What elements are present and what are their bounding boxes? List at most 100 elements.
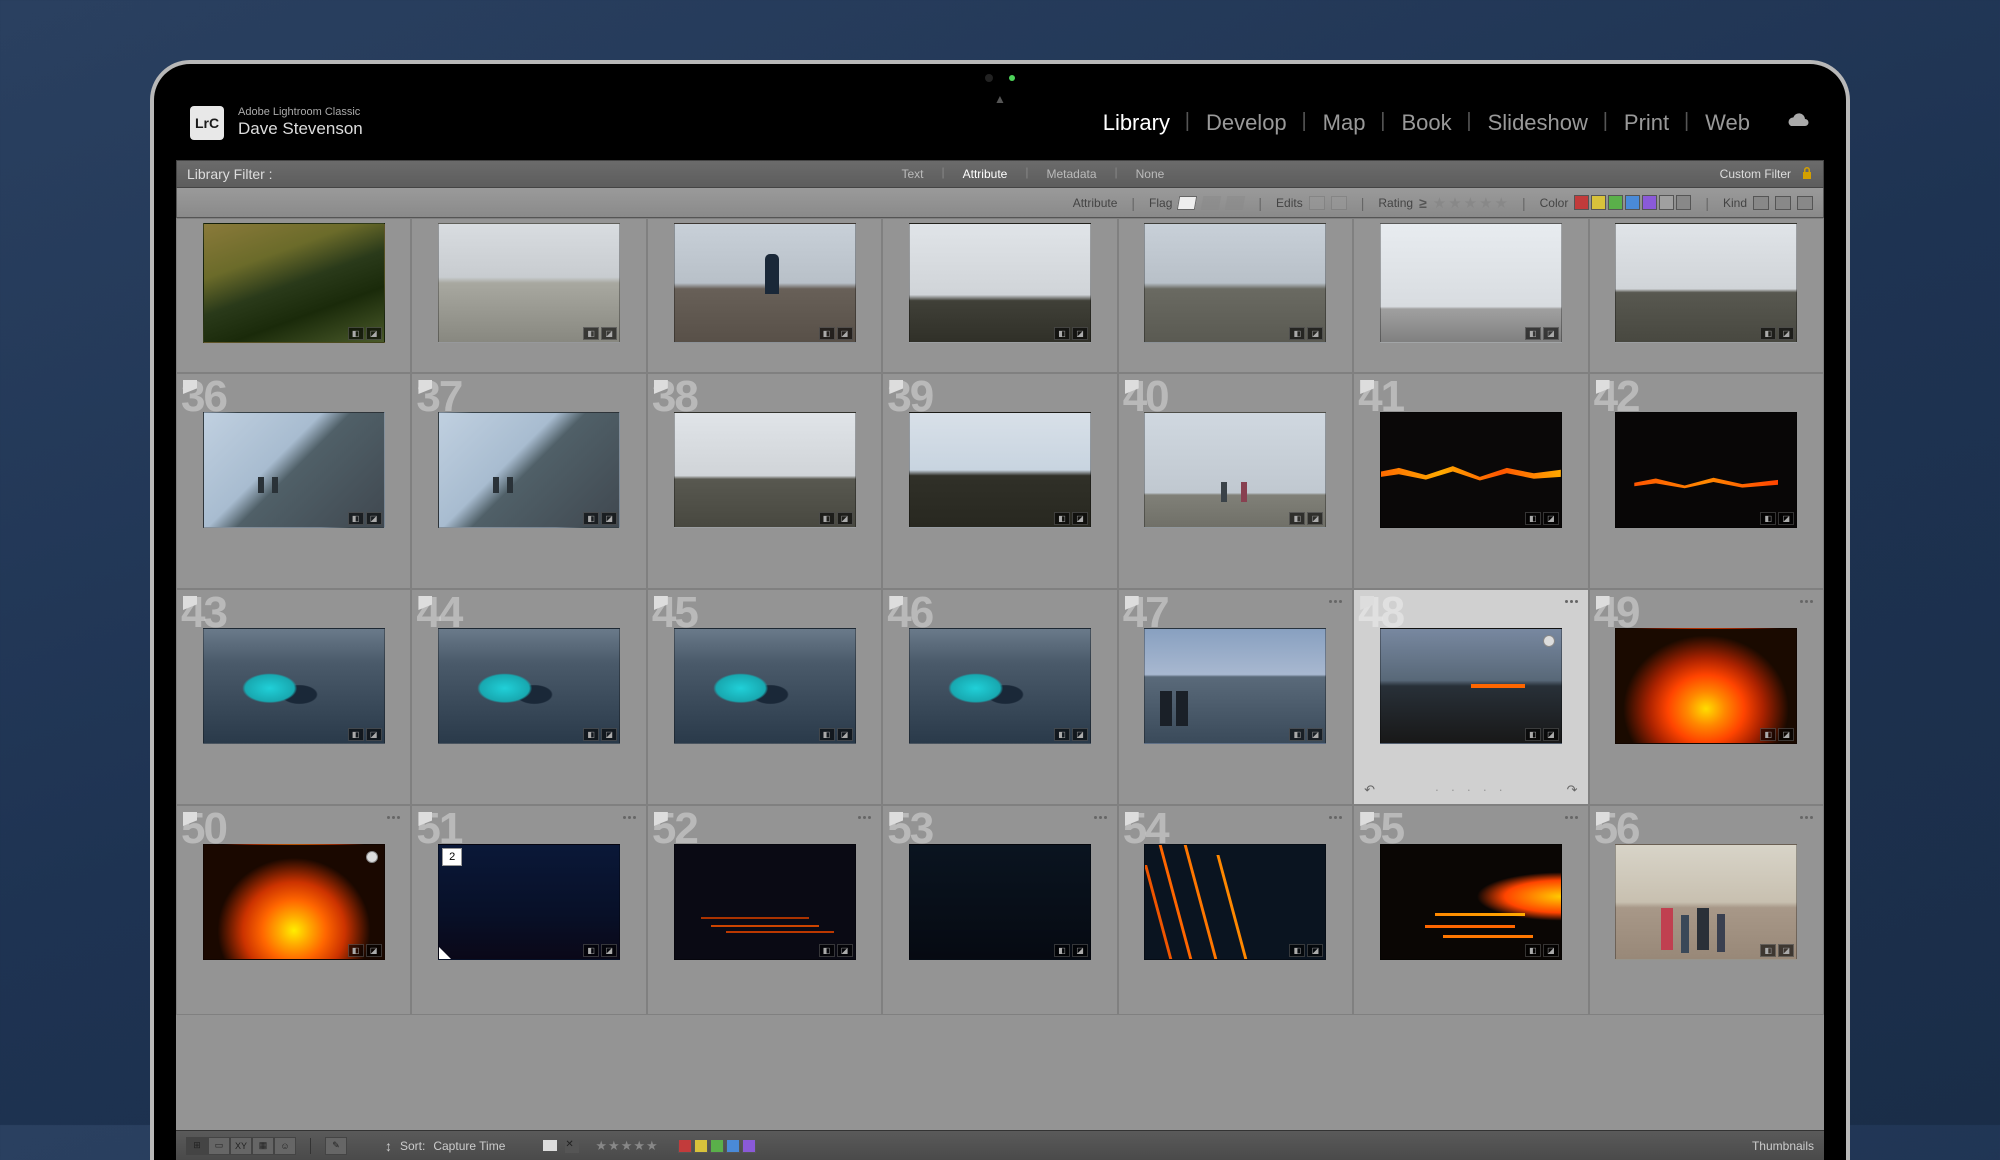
metadata-badge-icon[interactable]: ◧ bbox=[1760, 327, 1776, 340]
develop-badge-icon[interactable]: ◪ bbox=[1543, 728, 1559, 741]
metadata-badge-icon[interactable]: ◧ bbox=[583, 728, 599, 741]
filter-tab-metadata[interactable]: Metadata bbox=[1040, 165, 1102, 183]
kind-filter[interactable]: Kind bbox=[1723, 196, 1813, 210]
thumbnail-cell[interactable]: 41◧◪ bbox=[1353, 373, 1588, 589]
thumbnail-cell[interactable]: 37◧◪ bbox=[411, 373, 646, 589]
color-filter[interactable]: Color bbox=[1540, 195, 1692, 210]
thumbnail-image[interactable]: ◧◪ bbox=[203, 412, 385, 528]
thumbnail-cell[interactable]: ◧◪ bbox=[411, 218, 646, 373]
develop-badge-icon[interactable]: ◪ bbox=[1543, 512, 1559, 525]
develop-badge-icon[interactable]: ◪ bbox=[1072, 512, 1088, 525]
module-book[interactable]: Book bbox=[1383, 110, 1469, 136]
develop-badge-icon[interactable]: ◪ bbox=[366, 512, 382, 525]
color-swatch[interactable] bbox=[1642, 195, 1657, 210]
compare-view-icon[interactable]: XY bbox=[230, 1137, 252, 1155]
metadata-badge-icon[interactable]: ◧ bbox=[1289, 327, 1305, 340]
develop-badge-icon[interactable]: ◪ bbox=[837, 327, 853, 340]
thumbnail-image[interactable]: ◧◪ bbox=[1380, 844, 1562, 960]
thumbnail-cell[interactable]: 54◧◪ bbox=[1118, 805, 1353, 1015]
develop-badge-icon[interactable]: ◪ bbox=[1778, 728, 1794, 741]
color-swatch[interactable] bbox=[1676, 195, 1691, 210]
thumbnail-image[interactable]: ◧◪ bbox=[1380, 223, 1562, 343]
thumbnail-image[interactable]: ◧◪ bbox=[203, 628, 385, 744]
thumbnail-cell[interactable]: 53◧◪ bbox=[882, 805, 1117, 1015]
filter-tab-text[interactable]: Text bbox=[895, 165, 929, 183]
develop-badge-icon[interactable]: ◪ bbox=[366, 327, 382, 340]
metadata-badge-icon[interactable]: ◧ bbox=[1289, 512, 1305, 525]
sort-value[interactable]: Capture Time bbox=[433, 1139, 505, 1153]
thumbnail-image[interactable]: ◧◪ bbox=[1615, 628, 1797, 744]
thumbnail-cell[interactable]: 42◧◪ bbox=[1589, 373, 1824, 589]
people-view-icon[interactable]: ☺ bbox=[274, 1137, 296, 1155]
develop-badge-icon[interactable]: ◪ bbox=[1307, 944, 1323, 957]
stack-indicator-icon[interactable] bbox=[1094, 816, 1107, 819]
thumbnail-cell[interactable]: ◧◪ bbox=[1353, 218, 1588, 373]
cloud-sync-icon[interactable] bbox=[1786, 111, 1810, 135]
edited-icon[interactable] bbox=[1309, 196, 1325, 210]
develop-badge-icon[interactable]: ◪ bbox=[1072, 327, 1088, 340]
metadata-badge-icon[interactable]: ◧ bbox=[819, 327, 835, 340]
color-swatch[interactable] bbox=[742, 1139, 756, 1153]
develop-badge-icon[interactable]: ◪ bbox=[366, 728, 382, 741]
color-swatch[interactable] bbox=[678, 1139, 692, 1153]
flag-unflagged-icon[interactable] bbox=[1201, 196, 1221, 210]
flag-rejected-icon[interactable] bbox=[1225, 196, 1245, 210]
thumbnail-cell[interactable]: 39◧◪ bbox=[882, 373, 1117, 589]
thumbnail-image[interactable]: ◧◪ bbox=[674, 628, 856, 744]
thumbnail-image[interactable]: ◧◪ bbox=[1380, 412, 1562, 528]
thumbnail-cell[interactable]: 48◧◪↶· · · · ·↷ bbox=[1353, 589, 1588, 805]
thumbnail-cell[interactable]: 38◧◪ bbox=[647, 373, 882, 589]
stack-count-badge[interactable]: 2 bbox=[442, 848, 462, 866]
thumbnail-image[interactable]: ◧◪ bbox=[1380, 628, 1562, 744]
star-icon[interactable]: ★ bbox=[1495, 194, 1508, 212]
develop-badge-icon[interactable]: ◪ bbox=[601, 327, 617, 340]
color-swatch[interactable] bbox=[1625, 195, 1640, 210]
develop-badge-icon[interactable]: ◪ bbox=[1543, 327, 1559, 340]
stack-indicator-icon[interactable] bbox=[623, 816, 636, 819]
thumbnail-cell[interactable]: 49◧◪ bbox=[1589, 589, 1824, 805]
thumbnail-image[interactable]: ◧◪ bbox=[203, 844, 385, 960]
star-icon[interactable]: ★ bbox=[1433, 194, 1446, 212]
color-swatch[interactable] bbox=[1574, 195, 1589, 210]
metadata-badge-icon[interactable]: ◧ bbox=[348, 944, 364, 957]
grid-view-icon[interactable]: ⊞ bbox=[186, 1137, 208, 1155]
thumbnail-cell[interactable]: 40◧◪ bbox=[1118, 373, 1353, 589]
color-swatch[interactable] bbox=[1591, 195, 1606, 210]
thumbnail-image[interactable]: ◧◪ bbox=[203, 223, 385, 343]
stack-indicator-icon[interactable] bbox=[1565, 816, 1578, 819]
module-develop[interactable]: Develop bbox=[1188, 110, 1305, 136]
star-icon[interactable]: ★ bbox=[1464, 194, 1477, 212]
flag-picked-icon[interactable] bbox=[1177, 196, 1197, 210]
thumbnail-cell[interactable]: 36◧◪ bbox=[176, 373, 411, 589]
edits-filter[interactable]: Edits bbox=[1276, 196, 1347, 210]
module-web[interactable]: Web bbox=[1687, 110, 1768, 136]
stack-indicator-icon[interactable] bbox=[387, 816, 400, 819]
survey-view-icon[interactable]: ▦ bbox=[252, 1137, 274, 1155]
unedited-icon[interactable] bbox=[1331, 196, 1347, 210]
thumbnail-image[interactable]: ◧◪ bbox=[1144, 412, 1326, 528]
develop-badge-icon[interactable]: ◪ bbox=[1307, 728, 1323, 741]
thumbnail-image[interactable]: ◧◪ bbox=[1615, 844, 1797, 960]
metadata-badge-icon[interactable]: ◧ bbox=[1054, 728, 1070, 741]
flag-rejected-icon[interactable]: ✕ bbox=[565, 1139, 579, 1153]
color-swatch[interactable] bbox=[1608, 195, 1623, 210]
develop-badge-icon[interactable]: ◪ bbox=[1307, 327, 1323, 340]
sort-direction-icon[interactable]: ↕ bbox=[385, 1138, 392, 1154]
rating-filter[interactable]: Rating ≥ ★ ★ ★ ★ ★ bbox=[1378, 194, 1508, 212]
stack-indicator-icon[interactable] bbox=[858, 816, 871, 819]
custom-filter-button[interactable]: Custom Filter bbox=[1720, 167, 1791, 181]
develop-badge-icon[interactable]: ◪ bbox=[1778, 944, 1794, 957]
thumbnail-cell[interactable]: 45◧◪ bbox=[647, 589, 882, 805]
flag-filter[interactable]: Flag bbox=[1149, 196, 1244, 210]
metadata-badge-icon[interactable]: ◧ bbox=[1054, 944, 1070, 957]
kind-master-icon[interactable] bbox=[1753, 196, 1769, 210]
develop-badge-icon[interactable]: ◪ bbox=[1307, 512, 1323, 525]
develop-badge-icon[interactable]: ◪ bbox=[837, 728, 853, 741]
thumbnail-image[interactable]: ◧◪ bbox=[909, 223, 1091, 343]
thumbnail-cell[interactable]: 47◧◪ bbox=[1118, 589, 1353, 805]
develop-badge-icon[interactable]: ◪ bbox=[1778, 327, 1794, 340]
metadata-badge-icon[interactable]: ◧ bbox=[1289, 944, 1305, 957]
stack-indicator-icon[interactable] bbox=[1800, 816, 1813, 819]
expand-top-panel-icon[interactable]: ▲ bbox=[994, 92, 1006, 106]
thumbnails-label[interactable]: Thumbnails bbox=[1752, 1139, 1814, 1153]
